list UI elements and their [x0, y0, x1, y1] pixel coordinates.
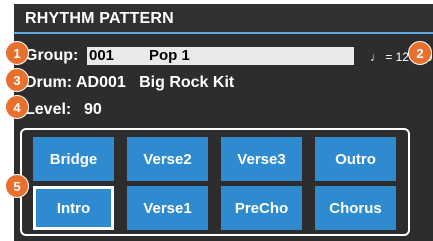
page-title: RHYTHM PATTERN — [25, 10, 174, 27]
pad-precho[interactable]: PreCho — [221, 186, 302, 230]
pad-chorus[interactable]: Chorus — [315, 186, 396, 230]
level-label: Level: — [25, 101, 72, 118]
group-name: Pop 1 — [149, 47, 190, 64]
callout-5: 5 — [5, 174, 29, 198]
pad-bridge[interactable]: Bridge — [33, 137, 114, 181]
callout-2: 2 — [408, 41, 432, 65]
pad-verse3[interactable]: Verse3 — [221, 137, 302, 181]
drum-label: Drum: AD001 Big Rock Kit — [25, 74, 235, 91]
pad-outro[interactable]: Outro — [315, 137, 396, 181]
group-label: Group: — [25, 47, 79, 64]
pattern-pad-grid: Bridge Verse2 Verse3 Outro Intro Verse1 … — [20, 128, 410, 236]
pad-intro[interactable]: Intro — [33, 186, 114, 230]
drum-value: AD001 Big Rock Kit — [75, 74, 235, 91]
level-value: 90 — [84, 101, 102, 118]
callout-1: 1 — [5, 41, 29, 65]
group-number: 001 — [89, 47, 115, 64]
rhythm-pattern-screen: RHYTHM PATTERN Group: 001 Pop 1 ♩ = 120.… — [14, 4, 433, 241]
pad-verse1[interactable]: Verse1 — [127, 186, 208, 230]
callout-4: 4 — [5, 95, 29, 119]
group-field[interactable]: 001 Pop 1 — [87, 47, 354, 65]
pad-verse2[interactable]: Verse2 — [127, 137, 208, 181]
callout-3: 3 — [5, 68, 29, 92]
title-bar: RHYTHM PATTERN — [14, 4, 433, 34]
